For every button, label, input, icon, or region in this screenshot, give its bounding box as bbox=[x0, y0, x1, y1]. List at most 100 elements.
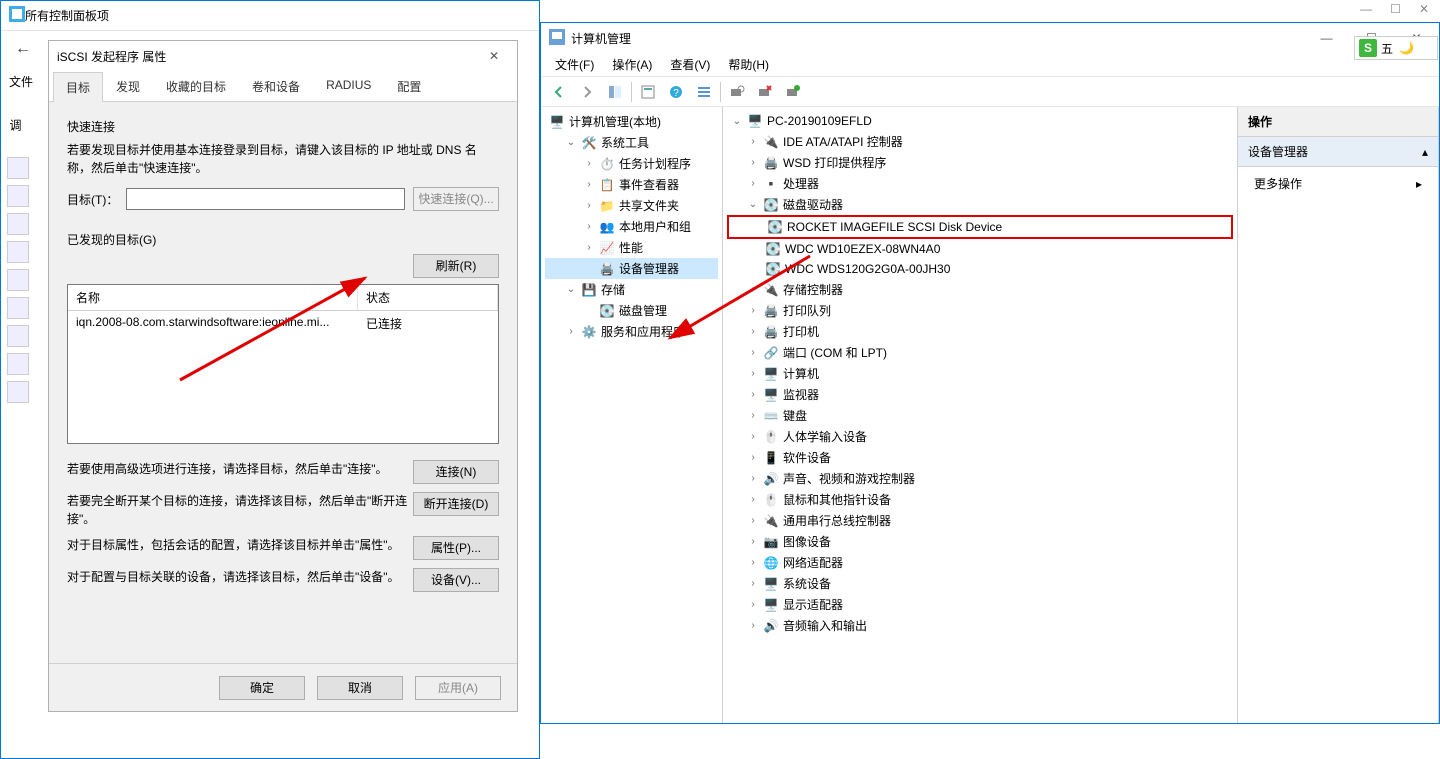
tab-radius[interactable]: RADIUS bbox=[313, 71, 384, 101]
node-task-scheduler[interactable]: ›⏱️任务计划程序 bbox=[545, 153, 718, 174]
node-system-tools[interactable]: ⌄🛠️系统工具 bbox=[545, 132, 718, 153]
twisty-icon[interactable]: › bbox=[583, 179, 595, 190]
minimize-icon[interactable]: — bbox=[1304, 23, 1349, 53]
menu-action[interactable]: 操作(A) bbox=[604, 54, 660, 75]
nav-back-icon[interactable] bbox=[547, 80, 571, 104]
table-row[interactable]: iqn.2008-08.com.starwindsoftware:ieonlin… bbox=[68, 311, 498, 336]
minimize-icon[interactable]: — bbox=[1360, 2, 1372, 18]
dev-sound[interactable]: ›🔊声音、视频和游戏控制器 bbox=[727, 468, 1233, 489]
target-input[interactable] bbox=[126, 188, 405, 210]
properties-button[interactable]: 属性(P)... bbox=[413, 536, 499, 560]
connect-button[interactable]: 连接(N) bbox=[413, 460, 499, 484]
cancel-button[interactable]: 取消 bbox=[317, 676, 403, 700]
dev-monitor[interactable]: ›🖥️监视器 bbox=[727, 384, 1233, 405]
file-menu[interactable]: 文件 bbox=[9, 75, 33, 89]
col-name[interactable]: 名称 bbox=[68, 285, 358, 310]
help-icon[interactable]: ? bbox=[664, 80, 688, 104]
twisty-icon[interactable]: › bbox=[565, 326, 577, 337]
dev-cpu[interactable]: ›▪️处理器 bbox=[727, 173, 1233, 194]
devices-button[interactable]: 设备(V)... bbox=[413, 568, 499, 592]
node-storage[interactable]: ⌄💾存储 bbox=[545, 279, 718, 300]
sidebar-icon[interactable] bbox=[7, 297, 29, 319]
twisty-icon[interactable]: › bbox=[583, 221, 595, 232]
twisty-icon[interactable]: › bbox=[583, 158, 595, 169]
dev-disk-wdc2[interactable]: 💽WDC WDS120G2G0A-00JH30 bbox=[727, 259, 1233, 279]
twisty-open-icon[interactable]: ⌄ bbox=[731, 116, 743, 127]
dev-audio-io[interactable]: ›🔊音频输入和输出 bbox=[727, 615, 1233, 636]
dev-storage-ctrl[interactable]: ›🔌存储控制器 bbox=[727, 279, 1233, 300]
refresh-button[interactable]: 刷新(R) bbox=[413, 254, 499, 278]
view-list-icon[interactable] bbox=[692, 80, 716, 104]
scan-hardware-icon[interactable] bbox=[725, 80, 749, 104]
disconnect-button[interactable]: 断开连接(D) bbox=[413, 492, 499, 516]
sidebar-icon[interactable] bbox=[7, 213, 29, 235]
quick-connect-button[interactable]: 快速连接(Q)... bbox=[413, 187, 499, 211]
tab-discover[interactable]: 发现 bbox=[103, 71, 153, 101]
dev-keyboard[interactable]: ›⌨️键盘 bbox=[727, 405, 1233, 426]
dev-system[interactable]: ›🖥️系统设备 bbox=[727, 573, 1233, 594]
collapse-icon[interactable]: ▴ bbox=[1422, 145, 1428, 159]
dev-pc[interactable]: ⌄🖥️PC-20190109EFLD bbox=[727, 111, 1233, 131]
nav-fwd-icon[interactable] bbox=[575, 80, 599, 104]
dev-display[interactable]: ›🖥️显示适配器 bbox=[727, 594, 1233, 615]
device-tree-pane[interactable]: ⌄🖥️PC-20190109EFLD ›🔌IDE ATA/ATAPI 控制器 ›… bbox=[723, 107, 1238, 723]
node-services[interactable]: ›⚙️服务和应用程序 bbox=[545, 321, 718, 342]
twisty-open-icon[interactable]: ⌄ bbox=[565, 137, 577, 148]
more-actions[interactable]: 更多操作 ▸ bbox=[1238, 167, 1438, 200]
node-root[interactable]: 🖥️计算机管理(本地) bbox=[545, 111, 718, 132]
twisty-open-icon[interactable]: ⌄ bbox=[747, 199, 759, 210]
node-local-users[interactable]: ›👥本地用户和组 bbox=[545, 216, 718, 237]
node-performance[interactable]: ›📈性能 bbox=[545, 237, 718, 258]
dev-network[interactable]: ›🌐网络适配器 bbox=[727, 552, 1233, 573]
apply-button[interactable]: 应用(A) bbox=[415, 676, 501, 700]
dev-ports[interactable]: ›🔗端口 (COM 和 LPT) bbox=[727, 342, 1233, 363]
dev-disk-drives[interactable]: ⌄💽磁盘驱动器 bbox=[727, 194, 1233, 215]
col-status[interactable]: 状态 bbox=[358, 285, 498, 310]
close-icon[interactable]: ✕ bbox=[1419, 2, 1429, 18]
tab-favorites[interactable]: 收藏的目标 bbox=[153, 71, 239, 101]
nav-back-icon[interactable]: ← bbox=[9, 35, 37, 63]
dev-usb[interactable]: ›🔌通用串行总线控制器 bbox=[727, 510, 1233, 531]
dev-soft[interactable]: ›📱软件设备 bbox=[727, 447, 1233, 468]
dev-mouse[interactable]: ›🖱️鼠标和其他指针设备 bbox=[727, 489, 1233, 510]
dev-hid[interactable]: ›🖱️人体学输入设备 bbox=[727, 426, 1233, 447]
node-event-viewer[interactable]: ›📋事件查看器 bbox=[545, 174, 718, 195]
node-shared-folders[interactable]: ›📁共享文件夹 bbox=[545, 195, 718, 216]
uninstall-icon[interactable] bbox=[753, 80, 777, 104]
twisty-icon[interactable]: › bbox=[583, 200, 595, 211]
dev-wsd[interactable]: ›🖨️WSD 打印提供程序 bbox=[727, 152, 1233, 173]
enable-icon[interactable] bbox=[781, 80, 805, 104]
twisty-icon[interactable]: › bbox=[583, 242, 595, 253]
menu-view[interactable]: 查看(V) bbox=[662, 54, 718, 75]
dev-disk-wdc1[interactable]: 💽WDC WD10EZEX-08WN4A0 bbox=[727, 239, 1233, 259]
node-device-manager[interactable]: ›🖨️设备管理器 bbox=[545, 258, 718, 279]
dev-print-queue[interactable]: ›🖨️打印队列 bbox=[727, 300, 1233, 321]
maximize-icon[interactable]: ☐ bbox=[1390, 2, 1401, 18]
ime-indicator[interactable]: S 五 🌙 bbox=[1354, 36, 1438, 60]
dev-computer[interactable]: ›🖥️计算机 bbox=[727, 363, 1233, 384]
twisty-open-icon[interactable]: ⌄ bbox=[565, 284, 577, 295]
tab-config[interactable]: 配置 bbox=[384, 71, 434, 101]
tab-target[interactable]: 目标 bbox=[53, 72, 103, 102]
menu-file[interactable]: 文件(F) bbox=[547, 54, 602, 75]
sidebar-icon[interactable] bbox=[7, 381, 29, 403]
dev-imaging[interactable]: ›📷图像设备 bbox=[727, 531, 1233, 552]
console-tree-pane[interactable]: 🖥️计算机管理(本地) ⌄🛠️系统工具 ›⏱️任务计划程序 ›📋事件查看器 ›📁… bbox=[541, 107, 723, 723]
tab-volumes[interactable]: 卷和设备 bbox=[239, 71, 313, 101]
sidebar-icon[interactable] bbox=[7, 185, 29, 207]
sidebar-icon[interactable] bbox=[7, 353, 29, 375]
sidebar-icon[interactable] bbox=[7, 157, 29, 179]
dev-ide[interactable]: ›🔌IDE ATA/ATAPI 控制器 bbox=[727, 131, 1233, 152]
ok-button[interactable]: 确定 bbox=[219, 676, 305, 700]
dev-printer[interactable]: ›🖨️打印机 bbox=[727, 321, 1233, 342]
properties-icon[interactable] bbox=[636, 80, 660, 104]
node-disk-mgmt[interactable]: ›💽磁盘管理 bbox=[545, 300, 718, 321]
sidebar-icon[interactable] bbox=[7, 241, 29, 263]
show-hide-tree-icon[interactable] bbox=[603, 80, 627, 104]
dev-disk-rocket[interactable]: 💽ROCKET IMAGEFILE SCSI Disk Device bbox=[727, 215, 1233, 239]
sidebar-icon[interactable] bbox=[7, 269, 29, 291]
targets-list[interactable]: 名称 状态 iqn.2008-08.com.starwindsoftware:i… bbox=[67, 284, 499, 444]
close-icon[interactable]: ✕ bbox=[479, 49, 509, 63]
menu-help[interactable]: 帮助(H) bbox=[720, 54, 777, 75]
sidebar-icon[interactable] bbox=[7, 325, 29, 347]
